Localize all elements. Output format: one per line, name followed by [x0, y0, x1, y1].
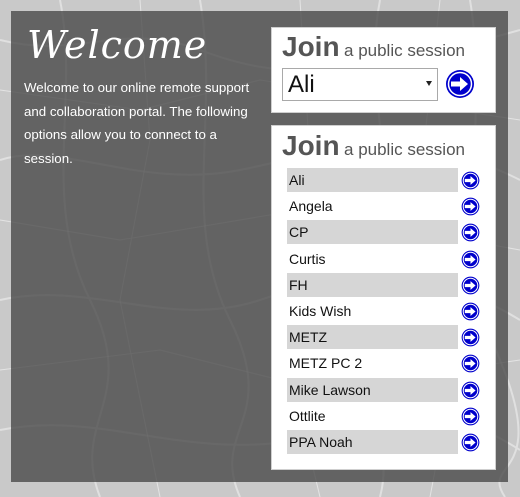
page-background: Welcome Welcome to our online remote sup…: [0, 0, 520, 497]
session-name[interactable]: FH: [287, 272, 458, 297]
session-select[interactable]: Ali: [282, 68, 438, 101]
session-name[interactable]: METZ: [287, 325, 458, 350]
join-list-heading-sub: a public session: [344, 140, 465, 159]
session-row[interactable]: Angela: [287, 193, 494, 219]
session-row[interactable]: Curtis: [287, 246, 494, 272]
session-name[interactable]: Kids Wish: [287, 299, 458, 323]
session-name[interactable]: Mike Lawson: [287, 377, 458, 402]
session-name[interactable]: Curtis: [287, 247, 458, 271]
session-name[interactable]: PPA Noah: [287, 429, 458, 454]
arrow-right-circle-icon[interactable]: [461, 433, 480, 452]
join-list-heading-main: Join: [282, 130, 340, 161]
session-name[interactable]: CP: [287, 220, 458, 245]
session-row[interactable]: METZ: [287, 324, 494, 350]
session-name[interactable]: Ottlite: [287, 404, 458, 428]
session-row[interactable]: Ottlite: [287, 403, 494, 429]
session-row[interactable]: Mike Lawson: [287, 377, 494, 403]
page-title: Welcome: [27, 23, 208, 67]
arrow-right-circle-icon[interactable]: [445, 69, 475, 99]
join-list-heading: Join a public session: [282, 130, 465, 162]
session-select-value: Ali: [288, 71, 315, 98]
session-list: Ali Angela CP Curtis FH Kids Wish METZ METZ PC …: [287, 167, 494, 455]
session-name[interactable]: Angela: [287, 194, 458, 218]
arrow-right-circle-icon[interactable]: [461, 250, 480, 269]
join-select-heading-main: Join: [282, 31, 340, 62]
arrow-right-circle-icon[interactable]: [461, 171, 480, 190]
arrow-right-circle-icon[interactable]: [461, 407, 480, 426]
session-row[interactable]: PPA Noah: [287, 429, 494, 455]
arrow-right-circle-icon[interactable]: [461, 354, 480, 373]
session-row[interactable]: METZ PC 2: [287, 350, 494, 376]
join-list-card: Join a public session Ali Angela CP Curtis F…: [271, 125, 496, 470]
session-row[interactable]: Ali: [287, 167, 494, 193]
arrow-right-circle-icon[interactable]: [461, 197, 480, 216]
session-row[interactable]: Kids Wish: [287, 298, 494, 324]
session-row[interactable]: CP: [287, 219, 494, 245]
session-name[interactable]: METZ PC 2: [287, 351, 458, 375]
arrow-right-circle-icon[interactable]: [461, 381, 480, 400]
arrow-right-circle-icon[interactable]: [461, 276, 480, 295]
join-select-heading: Join a public session: [282, 31, 465, 63]
arrow-right-circle-icon[interactable]: [461, 223, 480, 242]
join-select-heading-sub: a public session: [344, 41, 465, 60]
arrow-right-circle-icon[interactable]: [461, 302, 480, 321]
session-row[interactable]: FH: [287, 272, 494, 298]
join-select-card: Join a public session Ali: [271, 27, 496, 113]
welcome-message: Welcome to our online remote support and…: [24, 80, 250, 166]
arrow-right-circle-icon[interactable]: [461, 328, 480, 347]
session-name[interactable]: Ali: [287, 168, 458, 192]
chevron-down-icon: [426, 81, 432, 86]
